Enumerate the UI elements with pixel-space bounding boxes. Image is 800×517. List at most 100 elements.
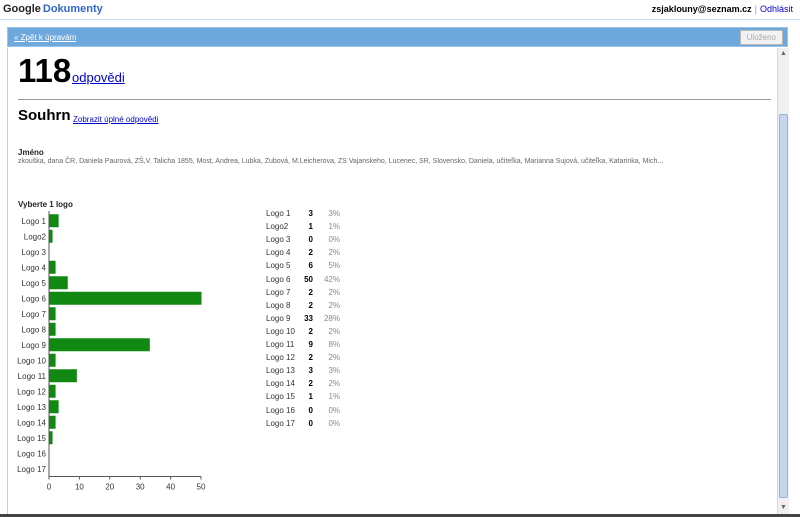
table-row-label: Logo 4 xyxy=(266,248,291,258)
table-row-count: 3 xyxy=(308,209,313,218)
table-row-count: 2 xyxy=(308,300,313,310)
chart-bar xyxy=(49,322,56,336)
table-row-count: 2 xyxy=(308,353,313,363)
summary-title: Souhrn xyxy=(18,107,71,124)
back-to-edit-link[interactable]: « Zpět k úpravám xyxy=(14,33,76,42)
chart-x-tick-label: 20 xyxy=(105,483,114,492)
table-row-percent: 1% xyxy=(328,222,340,232)
table-row-label: Logo 8 xyxy=(266,300,291,310)
table-row-percent: 0% xyxy=(328,405,340,415)
logo-bar-chart: Logo 1 Logo2 Logo 3 Logo 4 Logo 5 Logo 6 Logo … xyxy=(17,211,206,492)
divider xyxy=(18,99,771,100)
scroll-down-icon[interactable]: ▼ xyxy=(778,502,789,514)
table-row-count: 6 xyxy=(308,261,313,271)
table-row-count: 33 xyxy=(304,313,313,323)
user-info: zsjaklouny@seznam.cz | Odhlásit xyxy=(652,4,793,14)
table-row: Logo 6 50 42% xyxy=(266,275,356,287)
table-row: Logo 13 3 3% xyxy=(266,366,356,378)
chart-bar xyxy=(49,384,56,398)
table-row-percent: 0% xyxy=(328,235,340,245)
table-row-label: Logo 17 xyxy=(266,418,295,428)
table-row-count: 9 xyxy=(308,340,313,349)
table-row: Logo 1 3 3% xyxy=(266,209,356,221)
chart-bar xyxy=(49,214,59,228)
user-email: zsjaklouny@seznam.cz xyxy=(651,4,752,14)
table-row-count: 0 xyxy=(308,418,313,428)
table-row-percent: 8% xyxy=(328,340,340,349)
table-row-label: Logo 12 xyxy=(266,353,295,363)
chart-bar xyxy=(49,229,53,243)
chart-category-label: Logo 6 xyxy=(22,294,47,303)
chart-bar xyxy=(49,338,150,352)
table-row-percent: 42% xyxy=(323,274,340,284)
table-row-label: Logo 10 xyxy=(266,326,295,336)
table-row-percent: 2% xyxy=(328,379,340,389)
table-row-percent: 3% xyxy=(328,366,340,376)
table-row: Logo 8 2 2% xyxy=(266,301,356,313)
table-row-percent: 3% xyxy=(328,209,340,218)
table-row-label: Logo 1 xyxy=(266,209,291,218)
table-row-label: Logo 5 xyxy=(266,261,291,271)
table-row-percent: 2% xyxy=(328,326,340,336)
scroll-thumb[interactable] xyxy=(779,114,788,498)
chart-bar xyxy=(49,260,56,274)
chart-bar xyxy=(49,307,56,321)
chart-bar xyxy=(49,291,202,305)
table-row: Logo 12 2 2% xyxy=(266,353,356,365)
google-docs-logo[interactable]: Google Dokumenty xyxy=(3,3,103,15)
chart-x-tick-label: 40 xyxy=(166,483,175,492)
chart-category-label: Logo 11 xyxy=(18,372,47,381)
table-row: Logo 10 2 2% xyxy=(266,327,356,339)
response-count: 118 xyxy=(18,52,72,89)
table-row: Logo 17 0 0% xyxy=(266,419,356,431)
table-row-count: 0 xyxy=(308,235,313,245)
table-row-label: Logo 16 xyxy=(266,405,295,415)
show-full-responses-link[interactable]: Zobrazit úplné odpovědi xyxy=(73,115,158,124)
table-row-percent: 1% xyxy=(328,392,340,402)
table-row-count: 2 xyxy=(308,287,313,297)
table-row-count: 3 xyxy=(308,366,313,376)
table-row-label: Logo 9 xyxy=(266,313,291,323)
window-edge xyxy=(789,20,800,517)
table-row-label: Logo 3 xyxy=(266,235,291,245)
table-row-percent: 5% xyxy=(328,261,340,271)
chart-x-tick-label: 10 xyxy=(75,483,84,492)
chart-bar xyxy=(49,369,77,383)
logo-product-text: Dokumenty xyxy=(42,3,103,15)
chart-category-label: Logo 3 xyxy=(22,248,47,257)
chart-category-label: Logo 4 xyxy=(22,263,47,272)
table-row: Logo 14 2 2% xyxy=(266,379,356,391)
logo-google-text: Google xyxy=(3,3,41,15)
table-row-label: Logo 13 xyxy=(266,366,295,376)
table-row-label: Logo 14 xyxy=(266,379,295,389)
table-row-count: 1 xyxy=(308,392,313,402)
scroll-up-icon[interactable]: ▲ xyxy=(778,48,789,60)
table-row-percent: 0% xyxy=(328,418,340,428)
table-row-count: 2 xyxy=(308,248,313,258)
chart-category-label: Logo 13 xyxy=(17,403,46,412)
vertical-scrollbar[interactable]: ▲ ▼ xyxy=(777,48,789,514)
table-row-label: Logo2 xyxy=(266,222,289,232)
top-bar: Google Dokumenty zsjaklouny@seznam.cz | Odh… xyxy=(0,0,800,20)
chart-category-label: Logo 7 xyxy=(22,310,47,319)
table-row-label: Logo 7 xyxy=(266,287,291,297)
summary-content: 118 odpovědi Souhrn Zobrazit úplné odpov… xyxy=(7,48,777,514)
chart-category-label: Logo 5 xyxy=(22,279,47,288)
question-name-title: Jméno xyxy=(18,148,44,157)
logout-link[interactable]: Odhlásit xyxy=(760,4,793,14)
chart-category-label: Logo 9 xyxy=(22,341,47,350)
chart-category-label: Logo 1 xyxy=(22,217,47,226)
table-row-count: 50 xyxy=(304,274,313,284)
saved-button[interactable]: Uloženo xyxy=(739,30,783,45)
header-separator: | xyxy=(754,4,757,14)
responses-link[interactable]: odpovědi xyxy=(72,70,125,85)
table-row-percent: 2% xyxy=(328,287,340,297)
table-row: Logo 9 33 28% xyxy=(266,314,356,326)
chart-bar xyxy=(49,415,56,429)
table-row-percent: 2% xyxy=(328,353,340,363)
chart-category-label: Logo 14 xyxy=(17,418,46,427)
table-row-percent: 2% xyxy=(328,248,340,258)
chart-category-label: Logo2 xyxy=(24,232,47,241)
table-row: Logo 11 9 8% xyxy=(266,340,356,352)
chart-bar xyxy=(49,276,68,290)
